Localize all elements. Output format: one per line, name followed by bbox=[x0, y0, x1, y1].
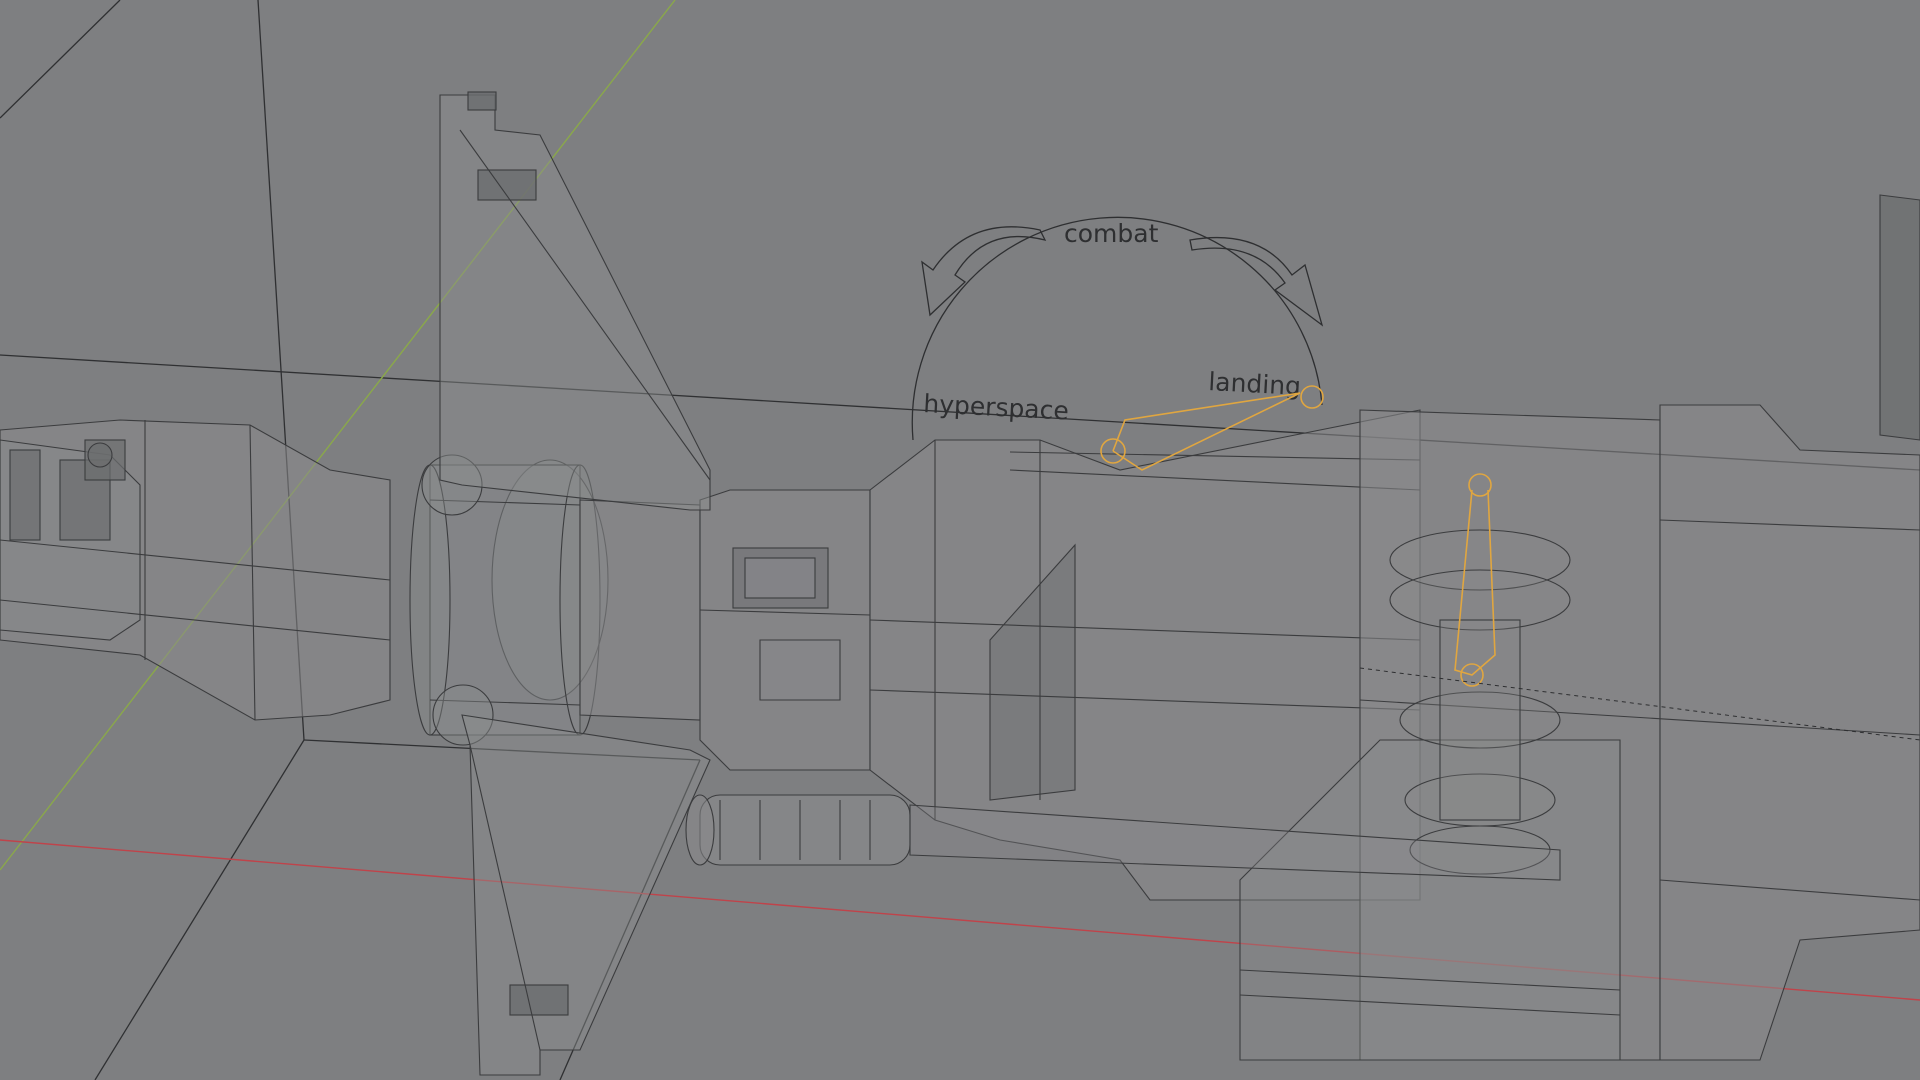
ship-model[interactable] bbox=[0, 194, 1920, 1061]
hull-mid-front[interactable] bbox=[699, 489, 871, 771]
lower-wing[interactable] bbox=[461, 714, 711, 1076]
right-arrow-icon bbox=[1189, 236, 1324, 327]
state-label-combat: combat bbox=[1064, 219, 1159, 248]
left-arrow-icon bbox=[921, 226, 1047, 317]
mid-connector[interactable] bbox=[579, 499, 701, 721]
upper-wing[interactable] bbox=[439, 94, 711, 511]
wireframe-scene[interactable]: combat hyperspace landing bbox=[0, 0, 1920, 1080]
edge-panel bbox=[1879, 194, 1920, 441]
state-label-hyperspace: hyperspace bbox=[923, 389, 1070, 426]
state-label-landing: landing bbox=[1208, 367, 1302, 401]
3d-viewport[interactable]: combat hyperspace landing bbox=[0, 0, 1920, 1080]
